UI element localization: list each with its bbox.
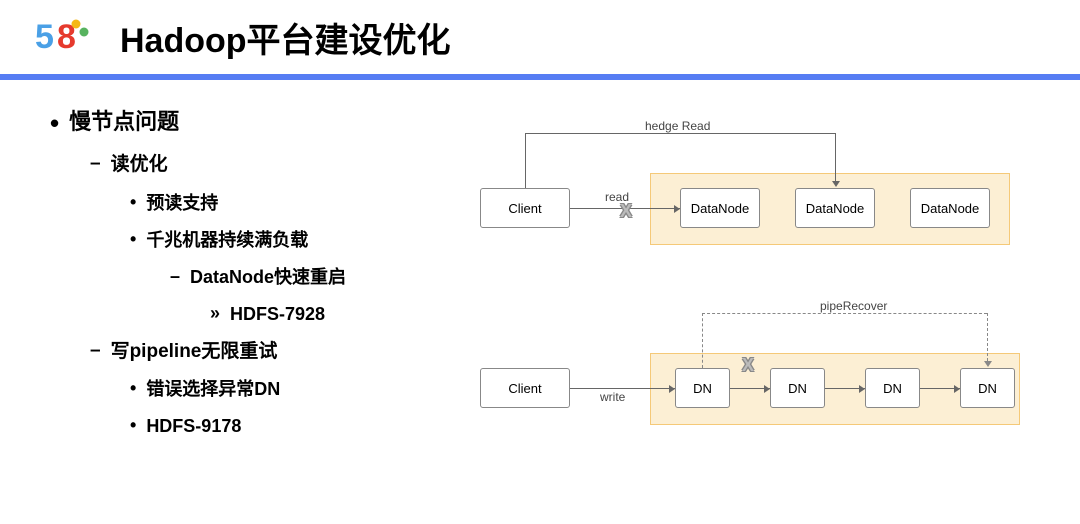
label-hedge: hedge Read: [645, 119, 710, 133]
pipe-up: [702, 313, 703, 368]
hedge-up: [525, 133, 526, 188]
hedge-head: [832, 181, 840, 187]
outline-l3b: 千兆机器持续满负载: [130, 227, 470, 254]
outline: 慢节点问题 读优化 预读支持 千兆机器持续满负载 DataNode快速重启 HD…: [50, 105, 470, 485]
outline-l4a: DataNode快速重启: [170, 264, 470, 291]
arrow-write: [570, 388, 675, 389]
hedge-down: [835, 133, 836, 181]
diagram-read: Client DataNode DataNode DataNode read X…: [470, 115, 1030, 255]
arrow-read-head: [674, 205, 680, 213]
dn-w3: DN: [865, 368, 920, 408]
outline-l1: 慢节点问题: [50, 105, 470, 141]
cross-icon-w: X: [742, 355, 754, 376]
datanode-3: DataNode: [910, 188, 990, 228]
diagram-write: Client DN DN DN DN write X pipeRecover: [470, 295, 1030, 445]
dn-w2: DN: [770, 368, 825, 408]
logo-58: 5 8: [35, 16, 90, 58]
client-node-w: Client: [480, 368, 570, 408]
datanode-2: DataNode: [795, 188, 875, 228]
outline-l3c: 错误选择异常DN: [130, 376, 470, 403]
outline-l2b: 写pipeline无限重试: [90, 338, 470, 367]
dn-w4: DN: [960, 368, 1015, 408]
outline-l2a: 读优化: [90, 151, 470, 180]
pipe-down: [987, 313, 988, 361]
hedge-top: [525, 133, 835, 134]
diagrams-area: Client DataNode DataNode DataNode read X…: [470, 105, 1040, 485]
slide-content: 慢节点问题 读优化 预读支持 千兆机器持续满负载 DataNode快速重启 HD…: [0, 80, 1080, 485]
pipe-head: [984, 361, 992, 367]
arrow-dn23-h: [859, 385, 865, 393]
outline-l3d: HDFS-9178: [130, 413, 470, 440]
arrow-write-head: [669, 385, 675, 393]
label-pipe: pipeRecover: [820, 299, 887, 313]
svg-text:5: 5: [35, 18, 54, 56]
arrow-dn34-h: [954, 385, 960, 393]
client-node: Client: [480, 188, 570, 228]
cross-icon: X: [620, 201, 632, 222]
label-write: write: [600, 390, 625, 404]
outline-l3a: 预读支持: [130, 190, 470, 217]
page-title: Hadoop平台建设优化: [120, 13, 451, 62]
outline-l5a: HDFS-7928: [210, 301, 470, 328]
arrow-dn12-h: [764, 385, 770, 393]
dn-w1: DN: [675, 368, 730, 408]
slide-header: 5 8 Hadoop平台建设优化: [0, 0, 1080, 80]
pipe-top: [702, 313, 987, 314]
datanode-1: DataNode: [680, 188, 760, 228]
